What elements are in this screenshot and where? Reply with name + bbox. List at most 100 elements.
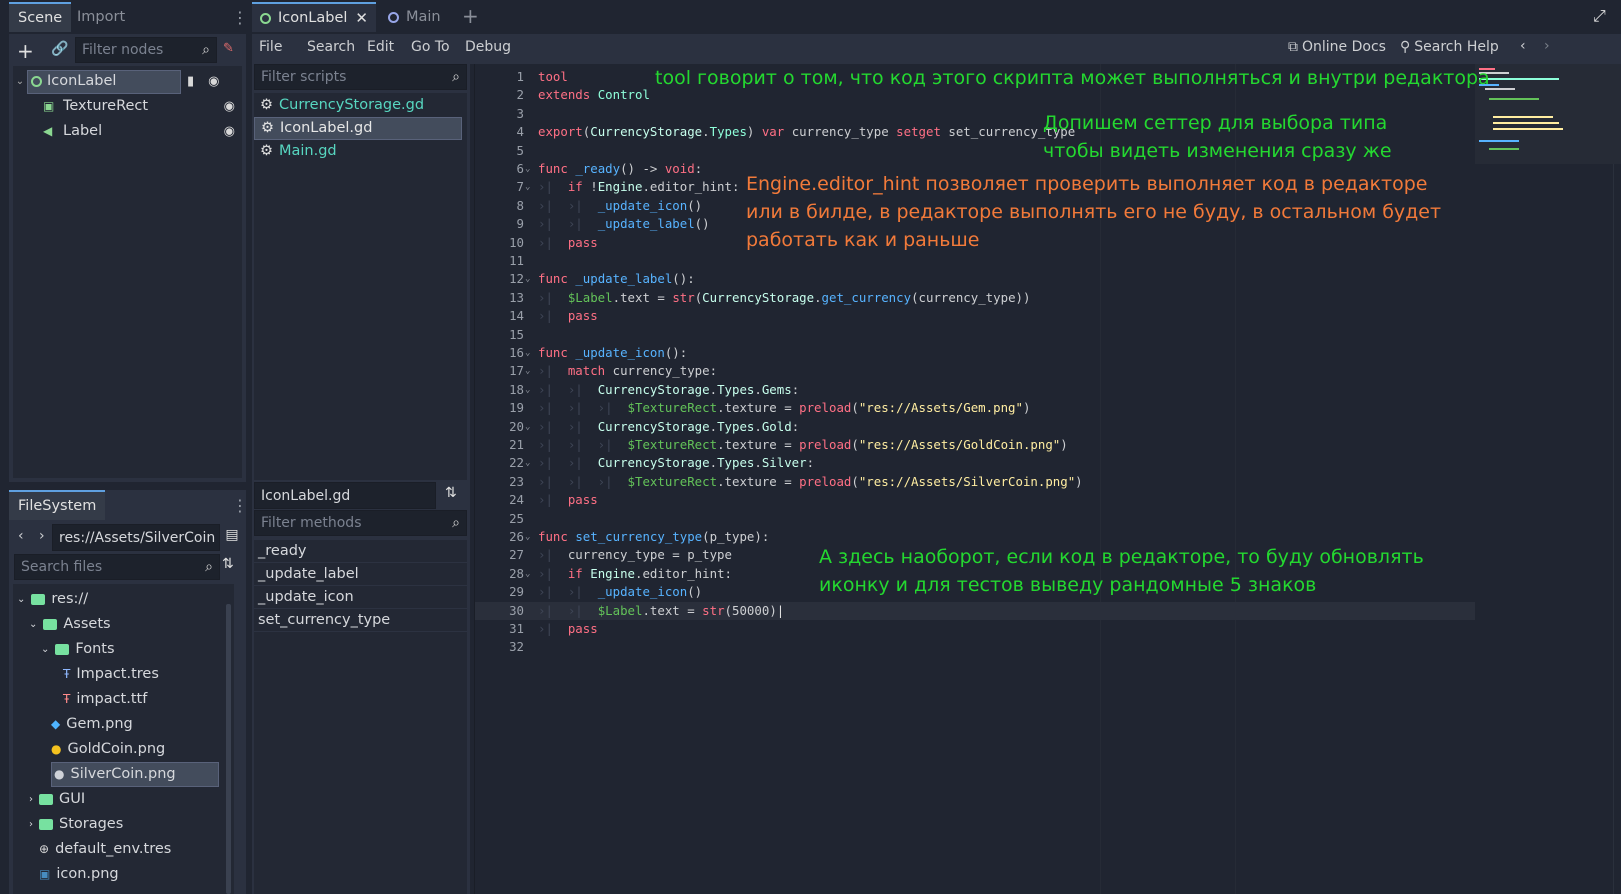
tab-import[interactable]: Import [68, 2, 134, 32]
chevron-down-icon[interactable]: ⌄ [13, 69, 27, 94]
script-item-main[interactable]: ⚙ Main.gd [254, 140, 467, 163]
godot-logo-icon: ▣ [39, 867, 51, 881]
back-icon[interactable]: ‹ [1520, 38, 1526, 54]
close-icon[interactable]: ✕ [355, 3, 368, 33]
path-field[interactable]: res://Assets/SilverCoin [52, 524, 220, 551]
fs-item-impact-tres[interactable]: Ŧ Impact.tres [63, 662, 159, 687]
menu-search[interactable]: Search [307, 39, 355, 55]
method-item[interactable]: _update_icon [254, 586, 467, 609]
folder-icon [43, 619, 58, 630]
online-docs-button[interactable]: ⧉ Online Docs [1288, 39, 1386, 55]
script-item-currencystorage[interactable]: ⚙ CurrencyStorage.gd [254, 94, 467, 117]
search-help-button[interactable]: ⚲ Search Help [1400, 39, 1499, 55]
fs-item-storages[interactable]: › Storages [29, 812, 123, 837]
node-label[interactable]: ◀ Label ◉ [43, 119, 242, 144]
dock-menu-icon[interactable]: ⋮ [232, 8, 248, 27]
code-editor[interactable]: 1 tool 2 extends Control 3 4 export(Currenc… [474, 64, 1621, 894]
guideline [1613, 64, 1614, 894]
code-line: 17 ⌄ ›| match currency_type: [509, 363, 718, 379]
chevron-down-icon[interactable]: ⌄ [29, 612, 37, 637]
annotation-line: Допишем сеттер для выбора типа [1043, 112, 1388, 134]
current-script-field[interactable]: IconLabel.gd [254, 482, 436, 509]
external-link-icon: ⧉ [1288, 39, 1298, 55]
script-remove-icon[interactable]: ✎ [223, 41, 234, 56]
gear-icon: ⚙ [261, 120, 274, 136]
fs-item-default-env[interactable]: ⊕ default_env.tres [39, 837, 171, 862]
search-help-label: Search Help [1414, 39, 1499, 55]
search-icon: ⌕ [202, 42, 210, 58]
top-bar: Scene Import ⋮ IconLabel ✕ Main + ⤢ [0, 0, 1621, 34]
filesystem-dock: FileSystem ⋮ ‹ › res://Assets/SilverCoin… [9, 490, 248, 894]
split-view-icon[interactable]: ▤ [224, 527, 240, 543]
editor-tab-iconlabel[interactable]: IconLabel ✕ [252, 2, 376, 32]
filter-scripts-input[interactable]: Filter scripts ⌕ [254, 64, 467, 90]
chevron-right-icon[interactable]: › [29, 787, 33, 812]
fs-item-label: default_env.tres [55, 841, 172, 857]
code-line: 11 [509, 253, 524, 268]
filter-methods-input[interactable]: Filter methods ⌕ [254, 510, 467, 536]
fs-item-fonts[interactable]: ⌄ Fonts [41, 637, 115, 662]
visibility-eye-icon[interactable]: ◉ [224, 119, 235, 144]
forward-icon[interactable]: › [39, 528, 45, 544]
add-node-icon[interactable]: + [17, 39, 34, 63]
sort-icon[interactable]: ⇅ [222, 556, 234, 572]
tab-scene[interactable]: Scene [9, 2, 72, 32]
fs-item-assets[interactable]: ⌄ Assets [29, 612, 111, 637]
method-item[interactable]: _update_label [254, 563, 467, 586]
menu-goto[interactable]: Go To [411, 39, 450, 55]
chevron-down-icon[interactable]: ⌄ [41, 637, 49, 662]
fs-item-goldcoin[interactable]: ● GoldCoin.png [51, 737, 165, 762]
method-item[interactable]: set_currency_type [254, 609, 467, 632]
forward-icon[interactable]: › [1544, 38, 1550, 54]
chevron-right-icon[interactable]: › [29, 812, 33, 837]
fs-item-impact-ttf[interactable]: Ŧimpact.ttf [63, 687, 147, 712]
node-label: IconLabel [47, 73, 117, 89]
visibility-eye-icon[interactable]: ◉ [224, 94, 235, 119]
sort-icon[interactable]: ⇅ [445, 485, 457, 501]
globe-icon: ⊕ [39, 842, 50, 856]
minimap[interactable] [1475, 64, 1621, 164]
menu-debug[interactable]: Debug [465, 39, 511, 55]
scene-dock: + 🔗 Filter nodes ⌕ ✎ ⌄ IconLabel ▮ ◉ ▣ T… [9, 34, 246, 482]
script-icon[interactable]: ▮ [187, 69, 194, 94]
fs-item-gui[interactable]: › GUI [29, 787, 85, 812]
back-icon[interactable]: ‹ [18, 528, 24, 544]
visibility-eye-icon[interactable]: ◉ [208, 69, 219, 94]
code-line: 23 ›| ›| ›| $TextureRect.texture = preloa… [509, 473, 1083, 489]
scripts-panel: Filter scripts ⌕ ⚙ CurrencyStorage.gd ⚙ Ic… [252, 64, 470, 894]
tab-filesystem[interactable]: FileSystem [9, 490, 106, 520]
editor-tab-main[interactable]: Main [380, 2, 450, 32]
annotation-editor-hint: Engine.editor_hint позволяет проверить в… [746, 170, 1441, 254]
filter-nodes-placeholder: Filter nodes [82, 42, 164, 58]
code-line: 32 [509, 639, 524, 655]
chevron-down-icon[interactable]: ⌄ [17, 587, 25, 612]
code-line: 21 ›| ›| ›| $TextureRect.texture = preloa… [509, 437, 1068, 452]
fs-item-root[interactable]: ⌄ res:// [17, 587, 88, 612]
node-texturerect[interactable]: ▣ TextureRect ◉ [43, 94, 242, 119]
fs-item-gem[interactable]: ◆ Gem.png [51, 712, 133, 737]
script-list: ⚙ CurrencyStorage.gd ⚙ IconLabel.gd ⚙ Main.… [254, 93, 467, 480]
folder-icon [55, 644, 70, 655]
menu-file[interactable]: File [259, 39, 282, 55]
link-icon[interactable]: 🔗 [51, 41, 68, 57]
gear-icon: ⚙ [260, 143, 273, 159]
search-files-placeholder: Search files [21, 559, 103, 575]
code-line: 22 ⌄ ›| ›| CurrencyStorage.Types.Silver: [509, 455, 815, 471]
fullscreen-icon[interactable]: ⤢ [1593, 6, 1606, 26]
fs-item-icon[interactable]: ▣ icon.png [39, 862, 119, 887]
script-item-iconlabel[interactable]: ⚙ IconLabel.gd [254, 117, 462, 140]
fs-item-label: SilverCoin.png [70, 766, 176, 782]
add-tab-icon[interactable]: + [462, 4, 479, 28]
code-line: 19 ›| ›| ›| $TextureRect.texture = preloa… [509, 400, 1031, 416]
dock-menu-icon[interactable]: ⋮ [232, 496, 248, 515]
method-item[interactable]: _ready [254, 540, 467, 563]
search-files-input[interactable]: Search files ⌕ [14, 554, 220, 580]
fs-item-silvercoin[interactable]: ● SilverCoin.png [51, 762, 219, 787]
node-iconlabel[interactable]: ⌄ IconLabel ▮ ◉ [13, 69, 242, 94]
menu-edit[interactable]: Edit [367, 39, 394, 55]
node-label: TextureRect [63, 98, 149, 114]
filter-methods-placeholder: Filter methods [261, 515, 362, 531]
scrollbar[interactable] [226, 604, 231, 894]
annotation-tool: tool говорит о том, что код этого скрипт… [655, 67, 1490, 89]
filter-nodes-input[interactable]: Filter nodes ⌕ [75, 37, 217, 63]
